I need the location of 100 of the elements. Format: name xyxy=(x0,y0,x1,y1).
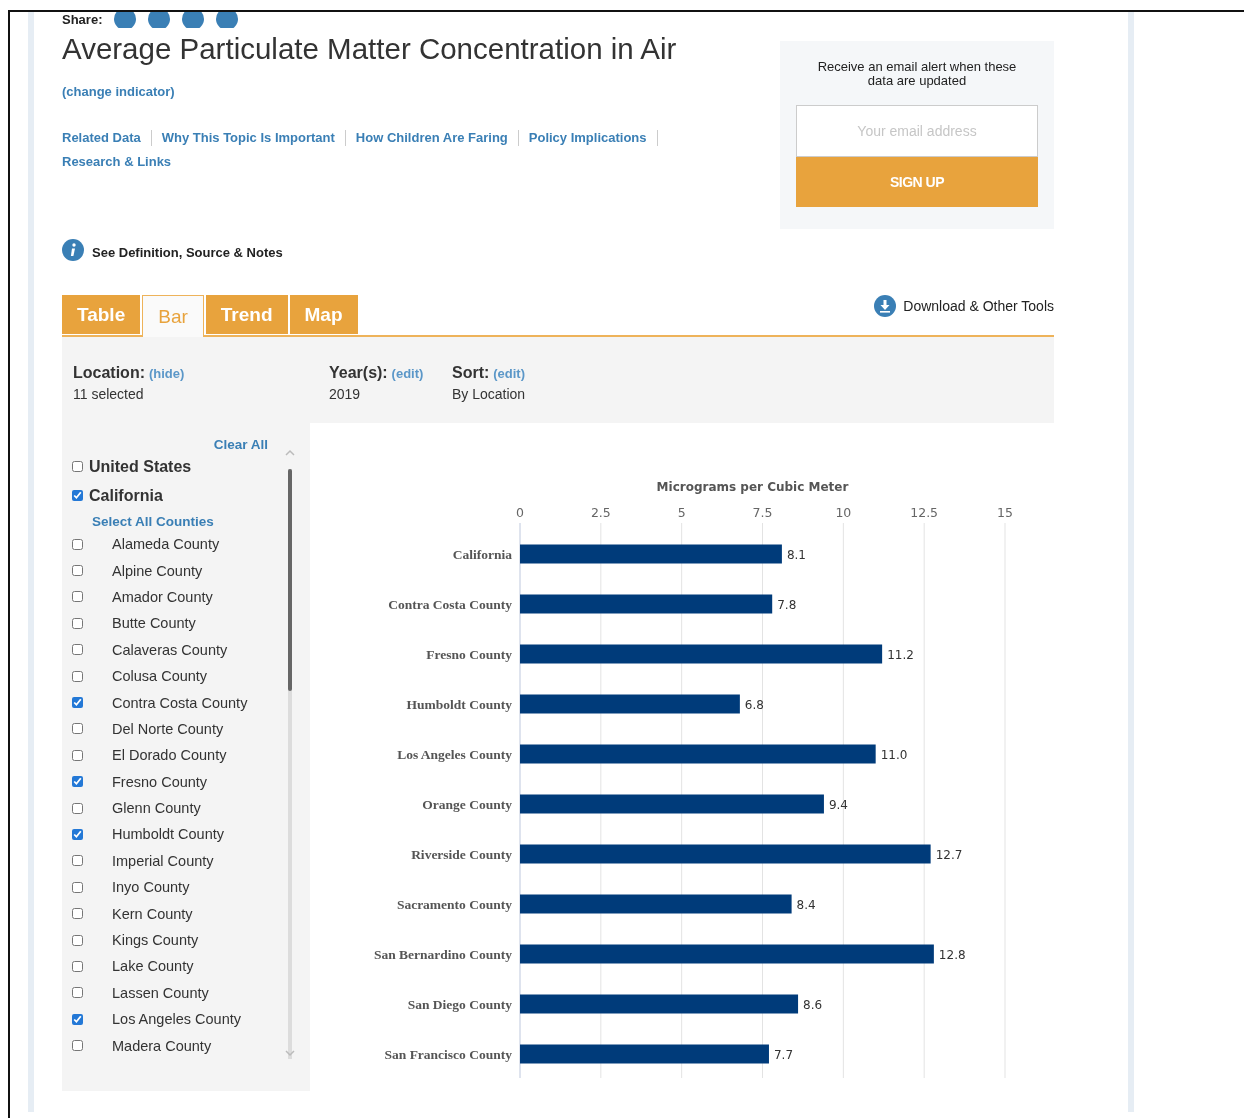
tick-label: 12.5 xyxy=(910,505,939,520)
filter-value: 11 selected xyxy=(73,386,145,402)
value-label: 8.4 xyxy=(796,898,816,912)
value-label: 8.1 xyxy=(786,548,806,562)
county-checkbox[interactable] xyxy=(72,617,83,629)
category-label: Contra Costa County xyxy=(388,597,512,612)
tick-label: 10 xyxy=(835,505,852,520)
value-label: 12.7 xyxy=(935,848,963,862)
tick-label: 5 xyxy=(677,505,686,520)
category-label: California xyxy=(452,547,512,562)
county-label[interactable]: Fresno County xyxy=(112,773,208,790)
nav-link[interactable]: Policy Implications xyxy=(518,130,658,146)
county-label[interactable]: Inyo County xyxy=(112,879,190,896)
county-checkbox[interactable] xyxy=(72,881,83,893)
filter-label: Year(s): xyxy=(329,364,388,381)
category-label: San Bernardino County xyxy=(373,947,512,962)
county-label[interactable]: Kern County xyxy=(112,905,193,922)
email-field[interactable]: Your email address xyxy=(796,105,1038,157)
nav-link[interactable]: Why This Topic Is Important xyxy=(151,130,346,146)
county-checkbox[interactable] xyxy=(72,749,83,761)
category-label: Humboldt County xyxy=(406,697,512,712)
category-label: Sacramento County xyxy=(396,897,512,912)
value-label: 9.4 xyxy=(828,798,849,812)
nav-link[interactable]: How Children Are Faring xyxy=(345,130,519,146)
change-indicator-link[interactable]: (change indicator) xyxy=(62,84,175,99)
county-checkbox[interactable] xyxy=(72,723,83,735)
value-label: 6.8 xyxy=(744,698,764,712)
download-tools-link[interactable]: Download & Other Tools xyxy=(903,298,1054,314)
county-checkbox[interactable] xyxy=(72,1013,83,1025)
category-label: Riverside County xyxy=(411,847,512,862)
value-label: 7.8 xyxy=(777,598,797,612)
county-checkbox[interactable] xyxy=(72,697,83,709)
definition-link[interactable]: See Definition, Source & Notes xyxy=(92,244,283,260)
county-label[interactable]: El Dorado County xyxy=(112,747,227,764)
location-checkbox[interactable] xyxy=(72,461,83,472)
share-icon[interactable] xyxy=(114,12,137,28)
page-title: Average Particulate Matter Concentration in Air xyxy=(62,32,678,66)
share-label: Share: xyxy=(62,12,103,27)
value-label: 11.0 xyxy=(880,748,908,762)
county-checkbox[interactable] xyxy=(72,591,83,603)
tick-label: 15 xyxy=(997,505,1013,520)
county-checkbox[interactable] xyxy=(72,855,83,867)
county-label[interactable]: Alameda County xyxy=(112,536,220,553)
county-label[interactable]: Humboldt County xyxy=(112,826,225,843)
alert-text: Receive an email alert when these data are updated xyxy=(816,60,1018,88)
county-checkbox[interactable] xyxy=(72,670,83,682)
county-label[interactable]: Del Norte County xyxy=(112,720,224,737)
county-label[interactable]: Imperial County xyxy=(112,852,214,869)
value-label: 7.7 xyxy=(773,1048,794,1062)
county-label[interactable]: Los Angeles County xyxy=(112,1011,241,1028)
tick-label: 7.5 xyxy=(752,505,773,520)
download-icon[interactable] xyxy=(874,295,897,317)
info-icon[interactable] xyxy=(62,239,84,261)
county-label[interactable]: Butte County xyxy=(112,615,196,632)
county-checkbox[interactable] xyxy=(72,1040,83,1052)
county-checkbox[interactable] xyxy=(72,802,83,814)
county-checkbox[interactable] xyxy=(72,829,83,840)
select-all-link[interactable]: Select All Counties xyxy=(92,514,310,529)
filter-label: Location: xyxy=(73,364,145,381)
county-label[interactable]: Kings County xyxy=(112,932,199,949)
clear-all-link[interactable]: Clear All xyxy=(72,437,268,452)
county-label[interactable]: Amador County xyxy=(112,588,213,605)
value-label: 11.2 xyxy=(887,648,914,662)
category-label: Los Angeles County xyxy=(397,747,512,762)
filter-value: 2019 xyxy=(329,386,362,402)
county-label[interactable]: Lake County xyxy=(112,958,194,975)
value-label: 12.8 xyxy=(938,948,966,962)
category-label: San Diego County xyxy=(407,997,512,1012)
county-checkbox[interactable] xyxy=(72,776,83,788)
category-label: Orange County xyxy=(422,797,512,812)
county-checkbox[interactable] xyxy=(72,960,83,972)
tick-label: 2.5 xyxy=(590,505,611,520)
county-checkbox[interactable] xyxy=(72,934,83,946)
value-label: 8.6 xyxy=(803,998,823,1012)
share-icon[interactable] xyxy=(182,12,205,28)
filter-value: By Location xyxy=(452,386,527,402)
axis-title: Micrograms per Cubic Meter xyxy=(656,480,849,494)
county-checkbox[interactable] xyxy=(72,908,83,920)
location-label[interactable]: United States xyxy=(89,457,192,476)
county-checkbox[interactable] xyxy=(72,644,83,656)
location-label[interactable]: California xyxy=(89,486,163,505)
nav-link[interactable]: Related Data xyxy=(62,130,152,146)
county-label[interactable]: Contra Costa County xyxy=(112,694,248,711)
share-icon[interactable] xyxy=(216,12,239,28)
county-label[interactable]: Alpine County xyxy=(112,562,203,579)
county-checkbox[interactable] xyxy=(72,987,83,999)
category-label: Fresno County xyxy=(426,647,512,662)
county-label[interactable]: Madera County xyxy=(112,1037,212,1054)
share-icon[interactable] xyxy=(148,12,171,28)
category-label: San Francisco County xyxy=(384,1047,512,1062)
location-checkbox[interactable] xyxy=(72,490,83,501)
county-label[interactable]: Colusa County xyxy=(112,668,208,685)
county-checkbox[interactable] xyxy=(72,538,83,550)
county-label[interactable]: Calaveras County xyxy=(112,641,228,658)
county-label[interactable]: Glenn County xyxy=(112,800,201,817)
tick-label: 0 xyxy=(516,505,524,520)
county-checkbox[interactable] xyxy=(72,565,83,577)
county-label[interactable]: Lassen County xyxy=(112,984,209,1001)
filter-label: Sort: xyxy=(452,364,490,381)
nav-link[interactable]: Research & Links xyxy=(62,154,182,170)
